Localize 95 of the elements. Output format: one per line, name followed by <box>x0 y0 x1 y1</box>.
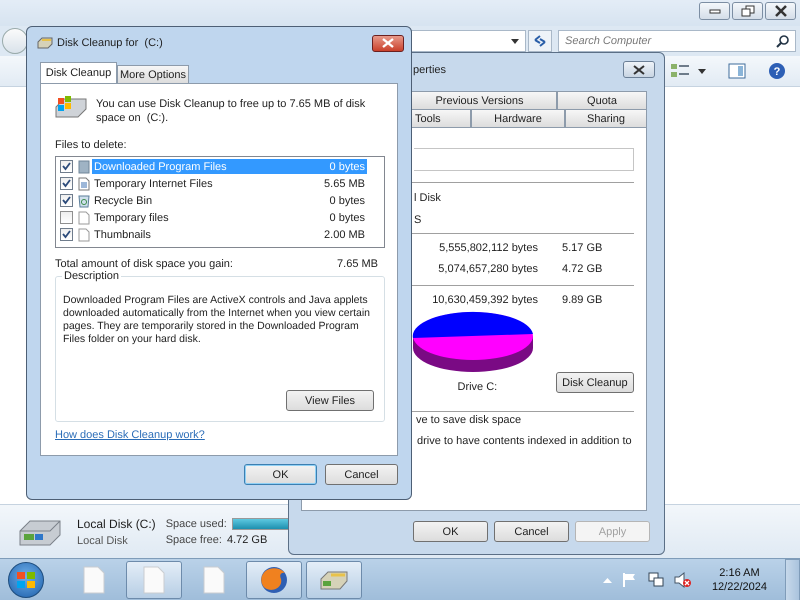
file-size: 5.65 MB <box>324 178 365 190</box>
intro-text: You can use Disk Cleanup to free up to 7.65 MB of disk space on (C:). <box>96 97 366 125</box>
file-row[interactable]: Recycle Bin 0 bytes <box>92 193 367 208</box>
restore-icon <box>740 5 754 17</box>
drive-icon <box>319 569 349 591</box>
start-button[interactable] <box>8 562 44 598</box>
disk-cleanup-button[interactable]: Disk Cleanup <box>556 372 634 393</box>
minimize-button[interactable] <box>699 2 730 20</box>
file-row[interactable]: Temporary Internet Files 5.65 MB <box>92 176 367 191</box>
file-size: 0 bytes <box>330 160 365 172</box>
name-field[interactable] <box>414 148 634 171</box>
page-icon <box>78 210 90 224</box>
taskbar-button[interactable] <box>306 561 362 599</box>
checkbox[interactable] <box>60 211 73 224</box>
search-field[interactable]: Search Computer <box>558 30 796 52</box>
drive-name: Local Disk (C:) <box>77 516 156 530</box>
tab[interactable]: Disk Cleanup <box>40 62 117 83</box>
page-icon <box>78 228 90 242</box>
checkbox[interactable] <box>60 160 73 173</box>
file-size: 0 bytes <box>330 212 365 224</box>
bytes-value: 5,555,802,112 bytes <box>438 241 538 255</box>
close-icon <box>632 64 646 74</box>
document-icon <box>203 566 225 594</box>
view-icon[interactable] <box>670 63 690 79</box>
drive-icon <box>55 95 87 119</box>
file-name: Recycle Bin <box>94 194 152 206</box>
size-value: 4.72 GB <box>562 262 602 276</box>
tab[interactable]: Sharing <box>565 109 647 127</box>
document-icon <box>143 566 165 594</box>
muted-speaker-icon[interactable] <box>674 572 692 588</box>
file-name: Thumbnails <box>94 228 151 240</box>
help-link[interactable]: How does Disk Cleanup work? <box>55 429 205 441</box>
dialog-title: Disk Cleanup for (C:) <box>57 37 163 49</box>
group-label: Description <box>62 270 122 282</box>
space-free-label: Space free: <box>166 534 222 546</box>
bytes-value: 5,074,657,280 bytes <box>437 262 538 276</box>
drive-icon <box>37 36 53 50</box>
option-label: ve to save disk space <box>416 413 522 427</box>
file-row[interactable]: Thumbnails 2.00 MB <box>92 227 367 242</box>
dialog-button[interactable]: Cancel <box>494 521 569 542</box>
drive-type: l Disk <box>414 191 442 205</box>
refresh-icon <box>533 34 547 48</box>
back-button[interactable] <box>2 28 28 54</box>
tab[interactable]: More Options <box>117 65 189 83</box>
checkbox[interactable] <box>60 228 73 241</box>
file-size: 2.00 MB <box>324 228 365 240</box>
close-button[interactable] <box>765 2 796 20</box>
total-label: Total amount of disk space you gain: <box>55 258 233 270</box>
preview-pane-icon[interactable] <box>728 63 746 79</box>
recycle-bin-icon <box>78 194 90 208</box>
caret-icon <box>511 38 519 44</box>
space-used-label: Space used: <box>166 518 227 530</box>
dialog-title: perties <box>413 64 446 76</box>
restore-button[interactable] <box>732 2 763 20</box>
checkbox[interactable] <box>60 194 73 207</box>
close-icon <box>381 38 395 48</box>
capacity-size: 9.89 GB <box>562 293 602 307</box>
tab[interactable]: Hardware <box>471 109 565 127</box>
dialog-button[interactable]: Cancel <box>325 464 398 485</box>
taskbar-button[interactable] <box>126 561 182 599</box>
file-name: Temporary Internet Files <box>94 178 213 190</box>
file-system: S <box>414 213 422 227</box>
file-size: 0 bytes <box>330 194 365 206</box>
description-text: Downloaded Program Files are ActiveX controls and Java applets downloaded automatically from the Internet when you view certain pages. They are temporarily stored in the Downloaded Program Files folder on your hard disk. <box>63 294 372 346</box>
document-icon <box>78 176 90 190</box>
caret-icon[interactable] <box>698 68 706 74</box>
file-name: Temporary files <box>94 212 169 224</box>
file-row[interactable]: Temporary files 0 bytes <box>92 210 367 225</box>
drive-label: Drive C: <box>458 381 498 393</box>
space-free-value: 4.72 GB <box>226 534 268 546</box>
folder-icon <box>78 160 90 174</box>
drive-type: Local Disk <box>77 534 129 546</box>
tab[interactable]: Quota <box>557 91 647 109</box>
file-name: Downloaded Program Files <box>94 160 227 172</box>
dialog-button[interactable]: OK <box>413 521 488 542</box>
view-files-button[interactable]: View Files <box>286 390 374 411</box>
clock[interactable]: 2:16 AM 12/22/2024 <box>708 567 771 593</box>
refresh-button[interactable] <box>528 30 552 52</box>
taskbar-button[interactable] <box>246 561 302 599</box>
capacity-bytes: 10,630,459,392 bytes <box>431 293 538 307</box>
four-squares-icon <box>16 571 36 589</box>
minimize-icon <box>708 7 722 15</box>
size-value: 5.17 GB <box>562 241 602 255</box>
close-icon <box>774 5 788 17</box>
network-icon[interactable] <box>648 572 664 588</box>
option-label: drive to have contents indexed in addition to <box>417 434 632 448</box>
globe-icon <box>259 565 289 595</box>
total-value: 7.65 MB <box>337 258 378 270</box>
files-label: Files to delete: <box>55 139 128 151</box>
help-icon[interactable]: ? <box>768 62 786 80</box>
dialog-button[interactable]: OK <box>244 464 317 485</box>
close-button[interactable] <box>372 34 404 52</box>
close-button[interactable] <box>623 61 655 78</box>
checkbox[interactable] <box>60 177 73 190</box>
document-icon <box>83 566 105 594</box>
